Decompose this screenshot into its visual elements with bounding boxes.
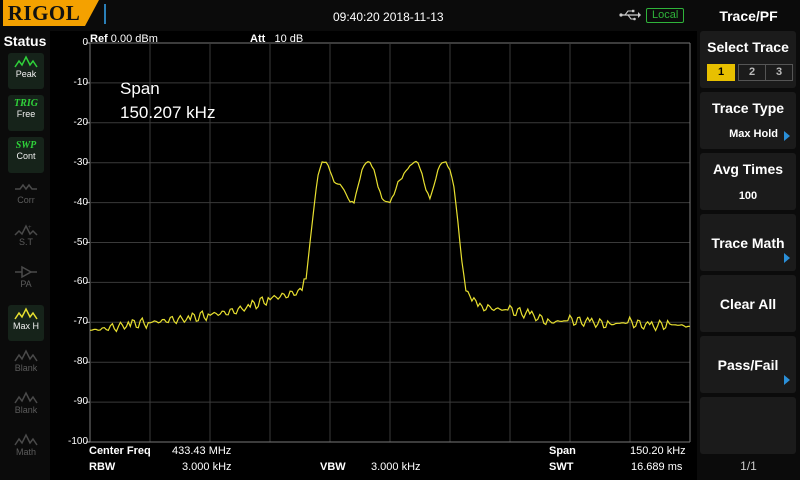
max-hold-icon [14,307,38,320]
clear-all-softkey[interactable]: Clear All [700,275,796,332]
y-tick-label: -90 [73,396,88,408]
trace-type-arrow-icon [784,131,790,141]
y-tick-label: -50 [73,236,88,248]
status-trace-math[interactable]: Math [8,431,44,467]
reference-level: Ref 0.00 dBm [90,33,158,45]
status-trace1-label: Max H [12,321,39,331]
trace-option-3[interactable]: 3 [765,64,793,81]
ref-label: Ref [90,33,108,45]
att-label: Att [250,33,266,45]
y-tick-label: -70 [73,316,88,328]
remote-status-badge: Local [646,8,685,23]
status-preamp-label: PA [20,279,32,289]
status-trace2-blank[interactable]: Blank [8,347,44,383]
select-trace-softkey[interactable]: Select Trace 1 2 3 [700,31,796,88]
y-tick-label: 0 [82,37,88,48]
y-tick-label: -30 [73,156,88,168]
swt-label: SWT [549,461,574,473]
menu-page-indicator: 1/1 [740,459,757,473]
select-trace-label: Select Trace [707,39,789,55]
trace-math-label: Trace Math [711,235,785,251]
svg-text:+: + [28,225,32,231]
ref-value: 0.00 dBm [110,33,158,45]
y-tick-label: -80 [73,356,88,368]
softkey-panel: Trace/PF Select Trace 1 2 3 Trace Type M… [697,0,800,480]
att-value: 10 dB [274,33,304,45]
status-peak[interactable]: Peak [8,53,44,89]
trace-type-value: Max Hold [729,128,778,140]
empty-softkey[interactable] [700,397,796,454]
peak-icon [14,55,38,68]
marker-readout-title: Span [120,79,160,98]
attenuation: Att 10 dB [250,33,303,45]
trace-blank-icon [14,391,38,404]
status-sweep-label: Cont [16,151,36,161]
status-source-tracking[interactable]: + S.T [8,221,44,257]
status-panel-title: Status [3,33,47,49]
status-corr-label: Corr [17,195,35,205]
avg-times-value: 100 [738,190,758,202]
preamp-icon [15,265,37,279]
trace-type-label: Trace Type [711,100,785,116]
date-time: 09:40:20 2018-11-13 [333,10,444,24]
rbw-value: 3.000 kHz [182,461,232,473]
trace-option-2[interactable]: 2 [738,64,766,81]
center-freq-value: 433.43 MHz [172,445,232,457]
pass-fail-arrow-icon [784,375,790,385]
vbw-value: 3.000 kHz [371,461,421,473]
spectrum-display: Ref 0.00 dBm Att 10 dB Span 150.207 kHz … [50,31,697,480]
trace-blank-icon [14,349,38,362]
header-divider [104,4,106,24]
marker-readout-value: 150.207 kHz [120,103,216,122]
center-freq-label: Center Freq [89,445,151,457]
trace-math-softkey[interactable]: Trace Math [700,214,796,271]
usb-icon [619,9,641,21]
status-sweep[interactable]: SWP Cont [8,137,44,173]
status-trace-math-label: Math [15,447,36,457]
avg-times-label: Avg Times [712,161,784,177]
brand-logo: RIGOL [3,0,85,26]
status-corr[interactable]: Corr [8,179,44,215]
marker-readout: Span 150.207 kHz [120,77,215,125]
vbw-label: VBW [320,461,346,473]
y-tick-label: -40 [73,196,88,208]
trace-math-icon [14,433,38,446]
status-trigger[interactable]: TRIG Free [8,95,44,131]
y-tick-label: -10 [73,76,88,88]
brand-logo-notch [85,0,99,26]
source-tracking-icon: + [14,224,38,236]
trace-option-1[interactable]: 1 [707,64,735,81]
menu-title: Trace/PF [719,8,778,24]
avg-times-softkey[interactable]: Avg Times 100 [700,153,796,210]
status-trace3-label: Blank [14,405,38,415]
span-value: 150.20 kHz [630,445,686,457]
swt-value: 16.689 ms [631,461,683,473]
pass-fail-softkey[interactable]: Pass/Fail [700,336,796,393]
y-tick-label: -60 [73,276,88,288]
status-trigger-label: Free [16,109,36,119]
clear-all-label: Clear All [719,296,777,312]
status-peak-label: Peak [15,69,37,79]
rbw-label: RBW [89,461,116,473]
trace-math-arrow-icon [784,253,790,263]
y-tick-label: -20 [73,116,88,128]
y-tick-label: -100 [67,436,88,447]
span-label: Span [549,445,576,457]
status-trace3-blank[interactable]: Blank [8,389,44,425]
status-source-tracking-label: S.T [18,237,33,247]
status-preamp[interactable]: PA [8,263,44,299]
corr-icon [15,183,37,191]
status-panel: Status Peak TRIG Free SWP Cont Corr + S.… [0,31,50,480]
status-trace2-label: Blank [14,363,38,373]
top-bar: RIGOL 09:40:20 2018-11-13 Local [0,0,697,31]
sweep-text-icon: SWP [15,140,37,151]
trig-text-icon: TRIG [14,98,38,109]
pass-fail-label: Pass/Fail [717,357,779,373]
trace-type-softkey[interactable]: Trace Type Max Hold [700,92,796,149]
status-trace1-max-hold[interactable]: Max H [8,305,44,341]
